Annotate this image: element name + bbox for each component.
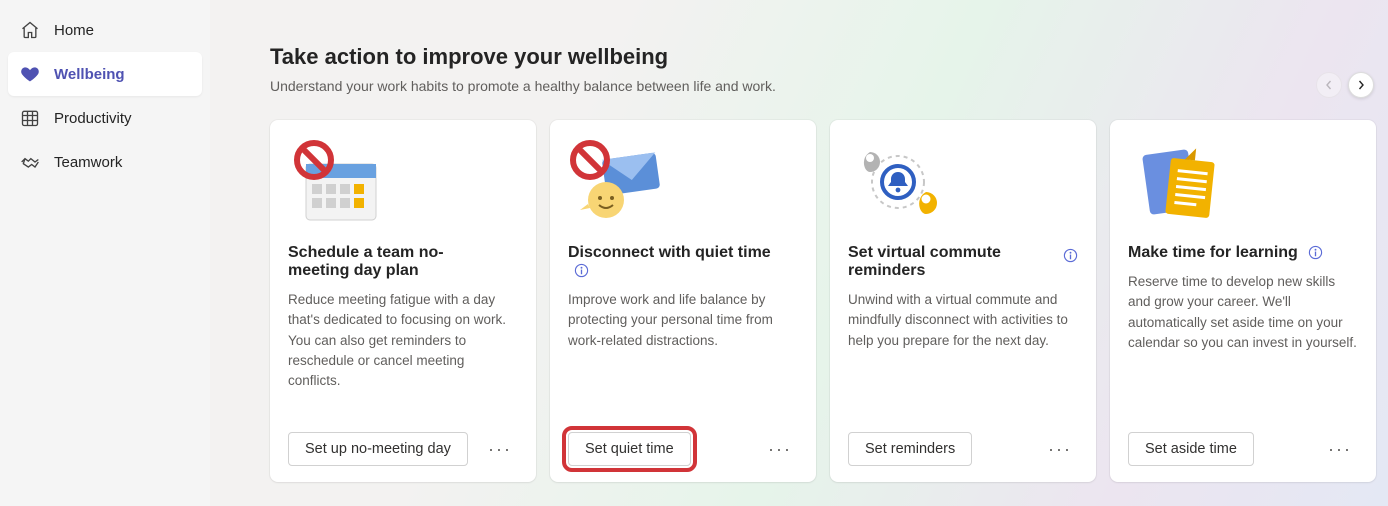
more-options-button[interactable]: ···	[1042, 435, 1078, 464]
illustration-no-meeting	[288, 138, 518, 230]
card-title: Schedule a team no-meeting day plan	[288, 244, 518, 280]
set-up-no-meeting-day-button[interactable]: Set up no-meeting day	[288, 432, 468, 466]
sidebar: Home Wellbeing Productivity Teamwork	[0, 0, 210, 506]
card-no-meeting-day: Schedule a team no-meeting day plan Redu…	[270, 120, 536, 482]
card-description: Improve work and life balance by protect…	[568, 290, 798, 432]
sidebar-item-teamwork[interactable]: Teamwork	[8, 140, 202, 184]
set-aside-time-button[interactable]: Set aside time	[1128, 432, 1254, 466]
set-quiet-time-button[interactable]: Set quiet time	[568, 432, 691, 466]
card-quiet-time: Disconnect with quiet time Improve work …	[550, 120, 816, 482]
sidebar-item-label: Wellbeing	[54, 66, 125, 83]
sidebar-item-home[interactable]: Home	[8, 8, 202, 52]
more-options-button[interactable]: ···	[482, 435, 518, 464]
info-icon[interactable]	[574, 263, 589, 278]
chevron-right-icon	[1356, 80, 1366, 90]
illustration-virtual-commute	[848, 138, 1078, 230]
sidebar-item-label: Teamwork	[54, 154, 122, 171]
card-virtual-commute: Set virtual commute reminders Unwind wit…	[830, 120, 1096, 482]
main-content: Take action to improve your wellbeing Un…	[210, 0, 1388, 506]
sidebar-item-label: Productivity	[54, 110, 132, 127]
carousel-prev-button	[1316, 72, 1342, 98]
sidebar-item-productivity[interactable]: Productivity	[8, 96, 202, 140]
sidebar-item-wellbeing[interactable]: Wellbeing	[8, 52, 202, 96]
carousel-nav	[1316, 72, 1374, 98]
card-title: Set virtual commute reminders	[848, 244, 1078, 280]
page-subtitle: Understand your work habits to promote a…	[270, 78, 1388, 94]
chevron-left-icon	[1324, 80, 1334, 90]
handshake-icon	[20, 152, 40, 172]
heart-icon	[20, 64, 40, 84]
info-icon[interactable]	[1063, 248, 1078, 263]
more-options-button[interactable]: ···	[1322, 435, 1358, 464]
card-title: Disconnect with quiet time	[568, 244, 798, 280]
card-learning: Make time for learning Reserve time to d…	[1110, 120, 1376, 482]
set-reminders-button[interactable]: Set reminders	[848, 432, 972, 466]
calendar-grid-icon	[20, 108, 40, 128]
illustration-quiet-time	[568, 138, 798, 230]
card-description: Reserve time to develop new skills and g…	[1128, 272, 1358, 432]
more-options-button[interactable]: ···	[762, 435, 798, 464]
sidebar-item-label: Home	[54, 22, 94, 39]
card-title: Make time for learning	[1128, 244, 1358, 262]
illustration-learning	[1128, 138, 1358, 230]
home-icon	[20, 20, 40, 40]
cards-row: Schedule a team no-meeting day plan Redu…	[270, 120, 1388, 482]
carousel-next-button[interactable]	[1348, 72, 1374, 98]
page-title: Take action to improve your wellbeing	[270, 44, 1388, 70]
info-icon[interactable]	[1308, 245, 1323, 260]
card-description: Unwind with a virtual commute and mindfu…	[848, 290, 1078, 432]
card-description: Reduce meeting fatigue with a day that's…	[288, 290, 518, 432]
